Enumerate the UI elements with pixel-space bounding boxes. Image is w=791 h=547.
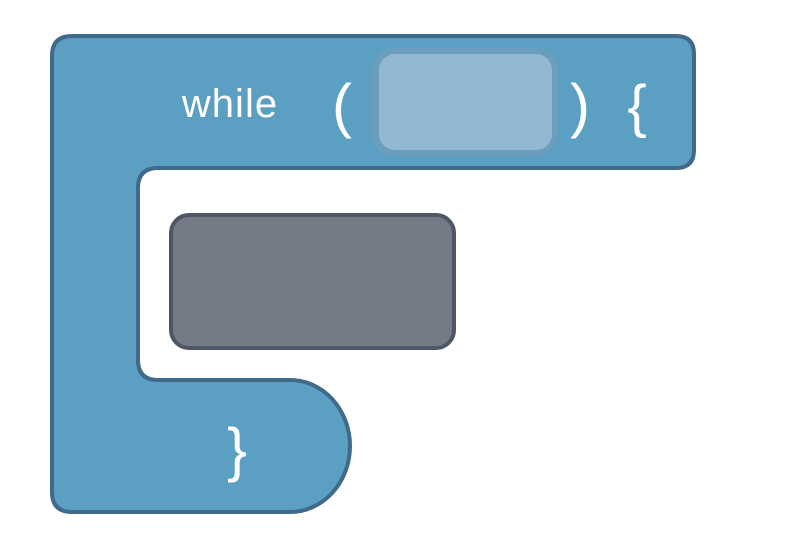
open-paren: (	[332, 72, 352, 139]
while-loop-block-diagram: while ( ) { }	[50, 34, 696, 514]
open-brace: {	[627, 74, 646, 139]
condition-slot[interactable]	[379, 54, 552, 150]
while-keyword: while	[181, 82, 278, 126]
close-paren: )	[570, 72, 590, 139]
body-statement-slot[interactable]	[169, 213, 456, 350]
close-brace: }	[227, 416, 247, 483]
